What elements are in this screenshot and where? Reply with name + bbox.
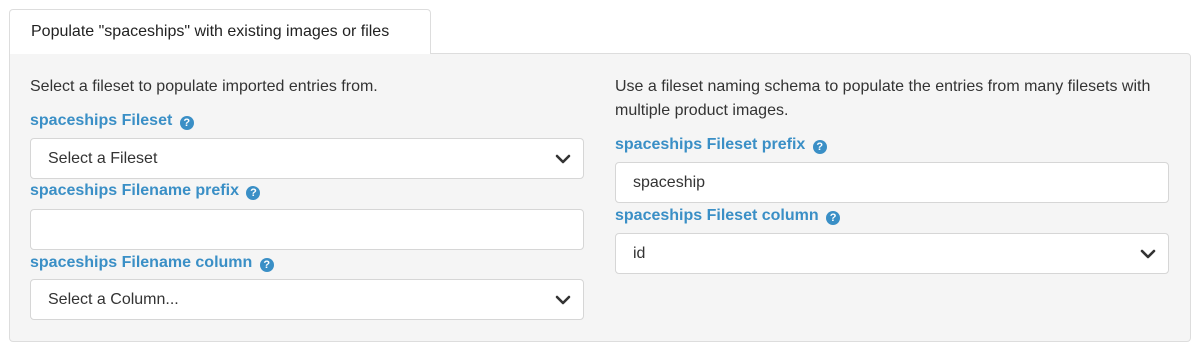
populate-panel: Select a fileset to populate imported en… [9, 53, 1191, 342]
chevron-down-icon [1140, 249, 1156, 259]
fileset-column-select[interactable]: id [615, 233, 1169, 274]
chevron-down-icon [555, 295, 571, 305]
right-description: Use a fileset naming schema to populate … [615, 78, 1151, 119]
fileset-select[interactable]: Select a Fileset [30, 138, 584, 179]
fileset-prefix-label-text: spaceships Fileset prefix [615, 136, 806, 153]
filename-prefix-label-text: spaceships Filename prefix [30, 182, 239, 199]
fileset-prefix-input[interactable]: spaceship [615, 162, 1169, 203]
question-circle-icon[interactable]: ? [246, 186, 261, 200]
fileset-label: spaceships Fileset ? [30, 110, 194, 132]
tab-populate[interactable]: Populate "spaceships" with existing imag… [9, 9, 431, 54]
filename-column-label: spaceships Filename column ? [30, 252, 274, 274]
fileset-prefix-label: spaceships Fileset prefix ? [615, 134, 827, 156]
filename-column-select[interactable]: Select a Column... [30, 279, 584, 320]
fileset-column-label-text: spaceships Fileset column [615, 207, 819, 224]
filename-prefix-label: spaceships Filename prefix ? [30, 180, 261, 202]
left-description: Select a fileset to populate imported en… [30, 78, 378, 95]
fileset-column-select-value: id [633, 245, 646, 262]
fileset-select-value: Select a Fileset [48, 150, 158, 167]
fileset-column-label: spaceships Fileset column ? [615, 205, 841, 227]
filename-column-select-value: Select a Column... [48, 291, 179, 308]
question-circle-icon[interactable]: ? [812, 140, 827, 154]
filename-column-label-text: spaceships Filename column [30, 254, 253, 271]
chevron-down-icon [555, 154, 571, 164]
question-circle-icon[interactable]: ? [826, 211, 841, 225]
question-circle-icon[interactable]: ? [179, 116, 194, 130]
filename-prefix-input[interactable] [30, 209, 584, 250]
fileset-label-text: spaceships Fileset [30, 112, 173, 129]
question-circle-icon[interactable]: ? [259, 258, 274, 272]
